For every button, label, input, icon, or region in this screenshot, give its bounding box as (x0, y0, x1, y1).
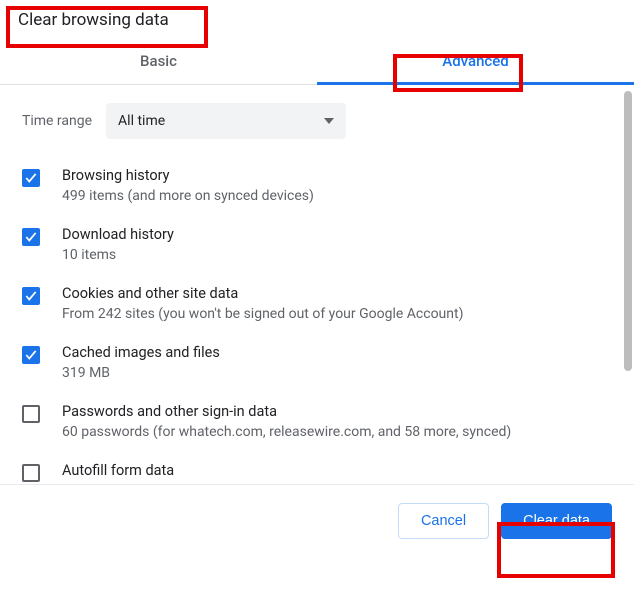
dialog-body: Time range All time Browsing history 499 … (0, 85, 634, 485)
cancel-button[interactable]: Cancel (398, 503, 489, 539)
tabs: Basic Advanced (0, 38, 634, 85)
list-item: Autofill form data (22, 462, 612, 483)
item-primary: Passwords and other sign-in data (62, 403, 511, 420)
time-range-select[interactable]: All time (106, 103, 346, 139)
item-primary: Download history (62, 226, 174, 243)
dialog-footer: Cancel Clear data (0, 485, 634, 561)
list-item: Browsing history 499 items (and more on s… (22, 167, 612, 204)
scrollbar[interactable] (624, 91, 632, 371)
clear-data-button[interactable]: Clear data (501, 503, 612, 539)
list-item: Download history 10 items (22, 226, 612, 263)
checkbox[interactable] (22, 287, 40, 305)
chevron-down-icon (324, 118, 334, 124)
item-primary: Cached images and files (62, 344, 220, 361)
scroll-area: Time range All time Browsing history 499 … (0, 85, 634, 484)
check-icon (24, 230, 38, 244)
item-text: Passwords and other sign-in data 60 passw… (62, 403, 511, 440)
time-range-value: All time (118, 113, 165, 129)
clear-browsing-data-dialog: Clear browsing data Basic Advanced Time … (0, 0, 634, 561)
dialog-title: Clear browsing data (0, 0, 187, 38)
item-text: Browsing history 499 items (and more on s… (62, 167, 314, 204)
item-primary: Autofill form data (62, 462, 174, 479)
check-icon (24, 171, 38, 185)
check-icon (24, 348, 38, 362)
item-text: Download history 10 items (62, 226, 174, 263)
checkbox[interactable] (22, 346, 40, 364)
item-text: Autofill form data (62, 462, 174, 483)
item-secondary: 60 passwords (for whatech.com, releasewi… (62, 424, 511, 440)
check-icon (24, 289, 38, 303)
item-secondary: 10 items (62, 247, 174, 263)
checkbox[interactable] (22, 464, 40, 482)
checkbox[interactable] (22, 405, 40, 423)
checkbox[interactable] (22, 169, 40, 187)
item-secondary: 319 MB (62, 365, 220, 381)
item-primary: Cookies and other site data (62, 285, 463, 302)
time-range-label: Time range (22, 113, 92, 129)
list-item: Passwords and other sign-in data 60 passw… (22, 403, 612, 440)
checkbox[interactable] (22, 228, 40, 246)
item-secondary: 499 items (and more on synced devices) (62, 188, 314, 204)
time-range-row: Time range All time (22, 103, 612, 139)
list-item: Cached images and files 319 MB (22, 344, 612, 381)
item-secondary: From 242 sites (you won't be signed out … (62, 306, 463, 322)
item-text: Cached images and files 319 MB (62, 344, 220, 381)
tab-advanced[interactable]: Advanced (317, 38, 634, 85)
item-primary: Browsing history (62, 167, 314, 184)
list-item: Cookies and other site data From 242 site… (22, 285, 612, 322)
tab-basic[interactable]: Basic (0, 38, 317, 85)
item-text: Cookies and other site data From 242 site… (62, 285, 463, 322)
